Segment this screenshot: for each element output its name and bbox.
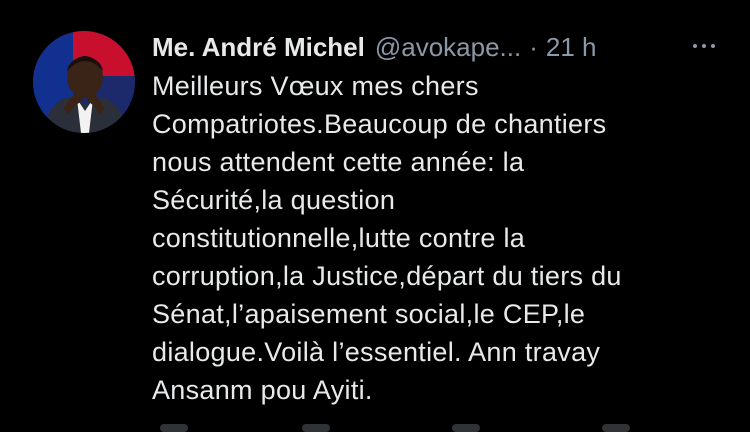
- timestamp[interactable]: 21 h: [546, 27, 597, 67]
- user-handle[interactable]: @avokape...: [375, 27, 521, 67]
- tweet-text-line: dialogue.Voilà l’essentiel. Ann travay: [152, 337, 601, 367]
- tweet[interactable]: Me. André Michel @avokape... · 21 h Meil…: [0, 0, 750, 432]
- like-icon[interactable]: [452, 424, 480, 432]
- more-horizontal-icon[interactable]: [686, 31, 722, 61]
- reply-icon[interactable]: [160, 424, 188, 432]
- tweet-text-line: constitutionnelle,lutte contre la: [152, 223, 526, 253]
- tweet-text: Meilleurs Vœux mes chers Compatriotes.Be…: [152, 67, 732, 409]
- share-icon[interactable]: [602, 424, 630, 432]
- tweet-text-line: Compatriotes.Beaucoup de chantiers: [152, 109, 607, 139]
- display-name[interactable]: Me. André Michel: [152, 27, 365, 67]
- retweet-icon[interactable]: [302, 424, 330, 432]
- tweet-text-line: Sécurité,la question: [152, 185, 396, 215]
- tweet-text-line: Sénat,l’apaisement social,le CEP,le: [152, 299, 586, 329]
- avatar[interactable]: [33, 31, 135, 133]
- action-bar-cut-off: [152, 420, 712, 432]
- tweet-text-line: Meilleurs Vœux mes chers: [152, 71, 479, 101]
- tweet-text-line: nous attendent cette année: la: [152, 147, 525, 177]
- tweet-text-line: corruption,la Justice,départ du tiers du: [152, 261, 622, 291]
- separator-dot: ·: [529, 32, 538, 62]
- tweet-header: Me. André Michel @avokape... · 21 h: [152, 27, 722, 67]
- tweet-text-line: Ansanm pou Ayiti.: [152, 375, 373, 405]
- avatar-image: [33, 31, 135, 133]
